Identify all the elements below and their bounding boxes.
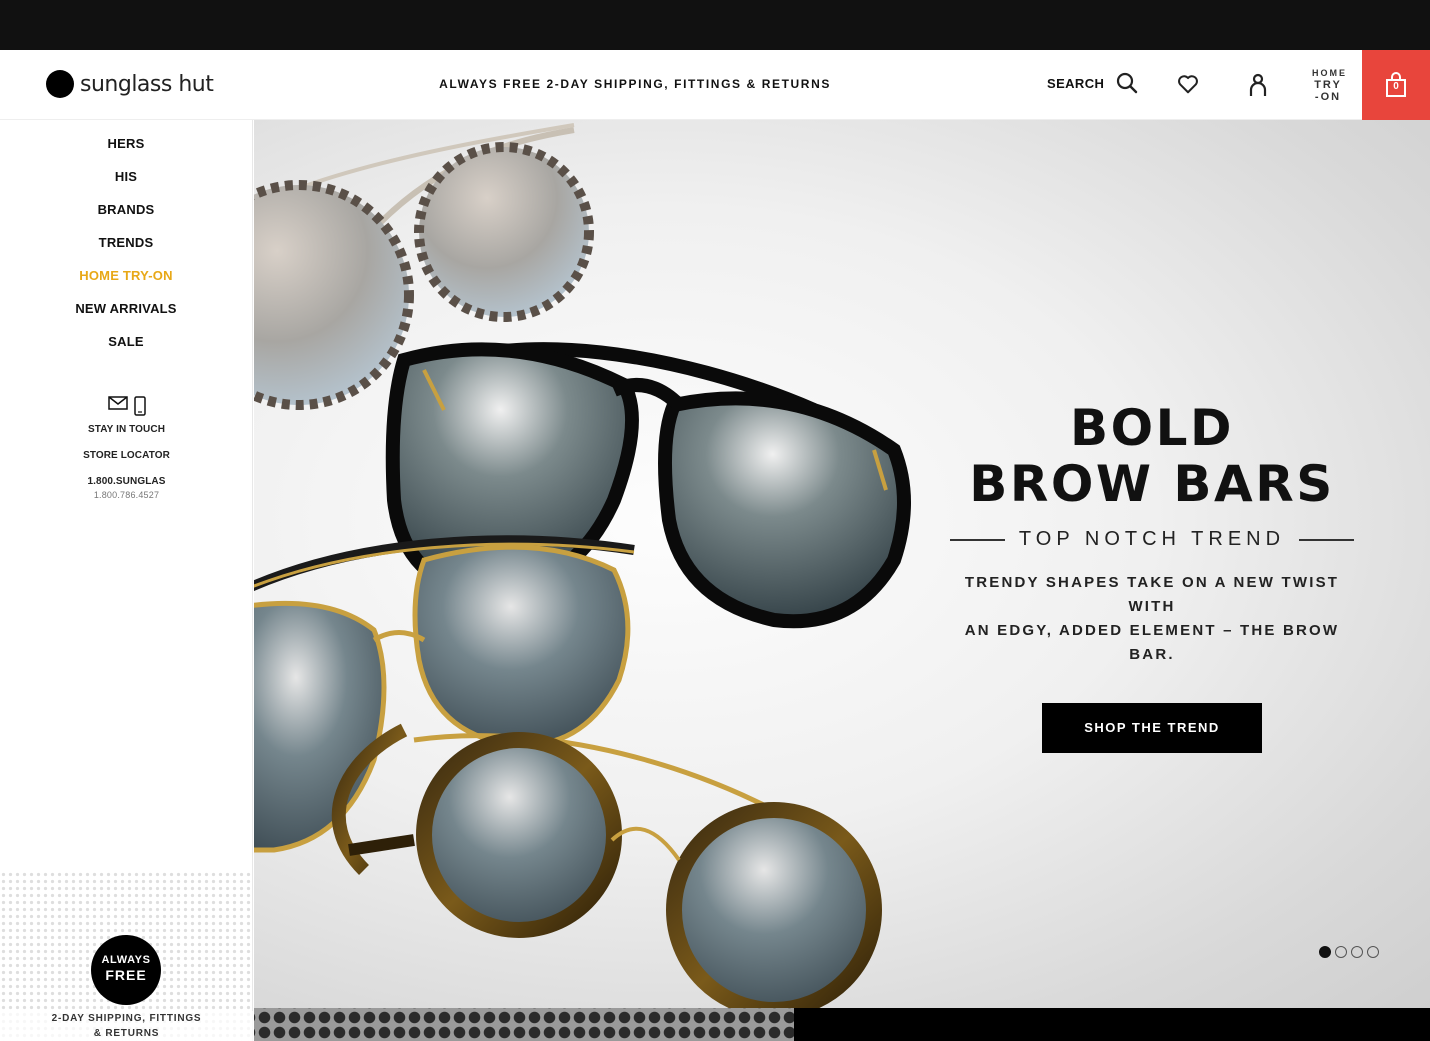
hero-banner[interactable]: BOLD BROW BARS TOP NOTCH TREND TRENDY SH…	[254, 120, 1430, 1008]
heart-icon[interactable]	[1177, 73, 1199, 95]
nav-item-sale[interactable]: SALE	[0, 334, 252, 367]
badge-line1: ALWAYS	[101, 954, 151, 966]
description-line2: AN EDGY, ADDED ELEMENT – THE BROW BAR.	[964, 622, 1340, 663]
nav-item-hers[interactable]: HERS	[0, 136, 252, 169]
sunglasses-product-photo	[254, 123, 911, 1008]
search-icon	[1117, 72, 1138, 94]
home-try-on-line3: -ON	[1314, 91, 1342, 103]
next-banner-preview-dark	[794, 1008, 1430, 1041]
cart-button[interactable]: 0	[1362, 50, 1430, 120]
badge-line2: FREE	[105, 967, 147, 983]
nav-item-trends[interactable]: TRENDS	[0, 235, 252, 268]
nav-item-his[interactable]: HIS	[0, 169, 252, 202]
account-icon[interactable]	[1249, 73, 1267, 97]
search-button[interactable]: SEARCH	[1047, 72, 1138, 94]
carousel-dot-1[interactable]	[1319, 946, 1331, 958]
cart-count: 0	[1393, 81, 1399, 92]
shipping-note-line1: 2-DAY SHIPPING, FITTINGS	[51, 1013, 202, 1024]
headline-line2: BROW BARS	[969, 455, 1335, 513]
always-free-badge[interactable]: ALWAYS FREE	[91, 935, 161, 1005]
store-locator-link[interactable]: STORE LOCATOR	[0, 450, 253, 461]
headline-line1: BOLD	[1070, 399, 1234, 457]
nav-item-home-try-on[interactable]: HOME TRY-ON	[0, 268, 252, 301]
shop-the-trend-button[interactable]: SHOP THE TREND	[1042, 703, 1262, 753]
home-try-on-link[interactable]: HOME TRY -ON	[1312, 68, 1347, 103]
nav-item-brands[interactable]: BRANDS	[0, 202, 252, 235]
hero-headline: BOLD BROW BARS	[940, 400, 1364, 512]
contact-block: STAY IN TOUCH STORE LOCATOR 1.800.SUNGLA…	[0, 396, 253, 500]
next-banner-preview-pattern	[254, 1008, 794, 1041]
phone-link[interactable]: 1.800.SUNGLAS	[0, 476, 253, 487]
carousel-dot-3[interactable]	[1351, 946, 1363, 958]
phone-number: 1.800.786.4527	[93, 490, 160, 500]
home-try-on-line1: HOME	[1312, 68, 1347, 78]
carousel-pager	[1319, 946, 1379, 958]
description-line1: TRENDY SHAPES TAKE ON A NEW TWIST WITH	[964, 574, 1340, 615]
top-bar	[0, 0, 1430, 50]
subheadline-text: TOP NOTCH TREND	[1018, 528, 1286, 550]
search-label: SEARCH	[1047, 75, 1105, 91]
hero-subheadline: TOP NOTCH TREND	[940, 528, 1364, 551]
sidebar: HERS HIS BRANDS TRENDS HOME TRY-ON NEW A…	[0, 120, 253, 1041]
hero-copy: BOLD BROW BARS TOP NOTCH TREND TRENDY SH…	[940, 400, 1364, 753]
nav-item-new-arrivals[interactable]: NEW ARRIVALS	[0, 301, 252, 334]
main-nav: HERS HIS BRANDS TRENDS HOME TRY-ON NEW A…	[0, 136, 252, 367]
divider-right	[1299, 538, 1355, 541]
carousel-dot-4[interactable]	[1367, 946, 1379, 958]
home-try-on-line2: TRY	[1314, 79, 1342, 91]
mail-icon	[107, 396, 128, 410]
shipping-note-line2: & RETURNS	[93, 1028, 160, 1039]
stay-in-touch-link[interactable]: STAY IN TOUCH	[0, 424, 253, 435]
hero-description: TRENDY SHAPES TAKE ON A NEW TWIST WITH A…	[940, 571, 1364, 667]
carousel-dot-2[interactable]	[1335, 946, 1347, 958]
shipping-note: 2-DAY SHIPPING, FITTINGS & RETURNS	[0, 1011, 253, 1041]
divider-left	[949, 538, 1005, 541]
mobile-phone-icon	[133, 396, 146, 416]
site-header: sunglass hut ALWAYS FREE 2-DAY SHIPPING,…	[0, 50, 1430, 120]
